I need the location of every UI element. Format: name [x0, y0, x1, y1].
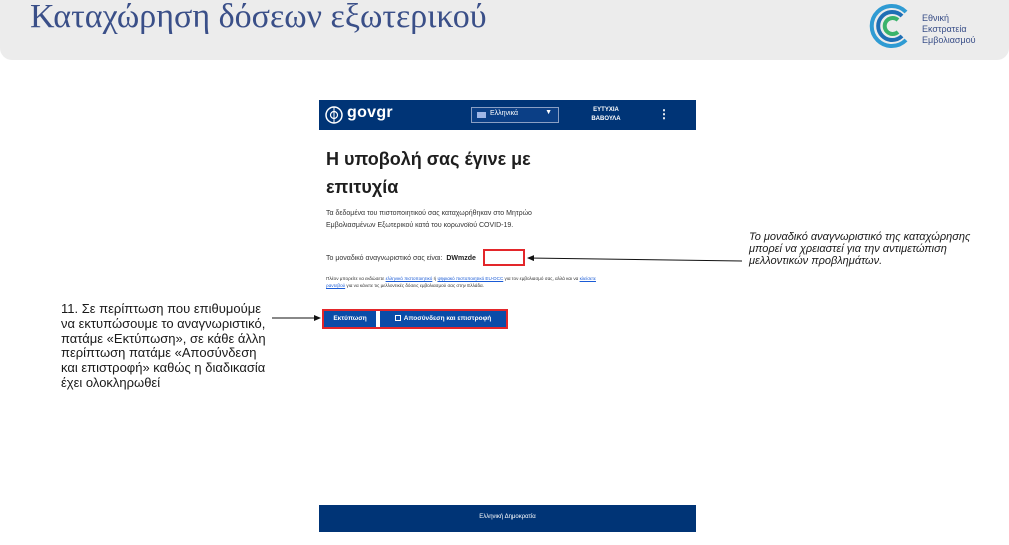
confirmation-paragraph: Τα δεδομένα του πιστοποιητικού σας καταχ… [326, 210, 532, 229]
print-button[interactable]: Εκτύπωση [324, 311, 376, 327]
gov-logo-text[interactable]: govgr [347, 104, 393, 122]
logout-icon [394, 315, 401, 321]
chevron-down-icon: ▼ [545, 109, 552, 116]
flag-icon [477, 112, 486, 118]
gov-header-bar: govgr Ελληνικά ▼ ΕΥΤΥΧΙΑ ΒΑΒΟΥΛΑ ⋮ [319, 100, 696, 130]
user-name: ΕΥΤΥΧΙΑ ΒΑΒΟΥΛΑ [591, 107, 621, 122]
eu-dcc-link[interactable]: ψηφιακό πιστοποιητικό EU-DCC [437, 276, 503, 281]
identifier-value: DWmzde [446, 255, 476, 262]
language-select[interactable]: Ελληνικά ▼ [471, 107, 559, 123]
website-screenshot: govgr Ελληνικά ▼ ΕΥΤΥΧΙΑ ΒΑΒΟΥΛΑ ⋮ Η υπο… [319, 100, 696, 532]
gov-footer: Ελληνική Δημοκρατία [319, 505, 696, 532]
identifier-highlight [483, 249, 525, 266]
success-title: Η υποβολή σας έγινε με επιτυχία [326, 149, 531, 197]
footer-label: Ελληνική Δημοκρατία [479, 514, 536, 520]
campaign-logo-icon [869, 4, 908, 48]
slide-title: Καταχώρηση δόσεων εξωτερικού [30, 0, 487, 35]
language-label: Ελληνικά [490, 110, 519, 117]
gov-emblem-icon [325, 106, 343, 124]
kebab-menu-icon[interactable]: ⋮ [658, 107, 670, 121]
logout-return-button[interactable]: Αποσύνδεση και επιστροφή [380, 311, 506, 327]
greek-certificate-link[interactable]: ελληνικό πιστοποιητικό [386, 276, 433, 281]
logout-return-label: Αποσύνδεση και επιστροφή [403, 315, 492, 322]
step-instruction-callout: 11. Σε περίπτωση που επιθυμούμε να εκτυπ… [61, 301, 266, 390]
info-paragraph: Πλέον μπορείτε να εκδώσετε ελληνικό πιστ… [326, 275, 596, 289]
info-text-3: για τον εμβολιασμό σας, αλλά και να [503, 276, 580, 281]
identifier-label: Το μοναδικό αναγνωριστικό σας είναι: [326, 255, 443, 262]
info-text-1: Πλέον μπορείτε να εκδώσετε [326, 276, 386, 281]
info-text-4: για να κάνετε τις μελλοντικές δόσεις εμβ… [345, 283, 484, 288]
identifier-line: Το μοναδικό αναγνωριστικό σας είναι: DWm… [326, 253, 476, 265]
identifier-callout: Το μοναδικό αναγνωριστικό της καταχώρηση… [749, 231, 971, 267]
campaign-logo-text: Εθνική Εκστρατεία Εμβολιασμού [922, 13, 976, 45]
